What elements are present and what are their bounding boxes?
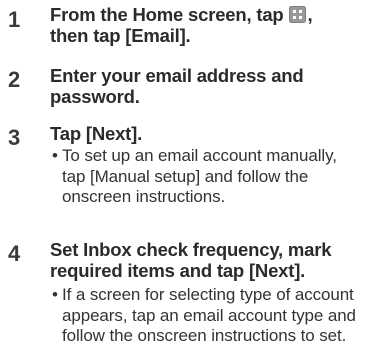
- step-title-line: password.: [50, 86, 140, 107]
- step-note: • If a screen for selecting type of acco…: [52, 285, 382, 347]
- step-title: From the Home screen, tap , then tap [Em…: [50, 4, 382, 46]
- step-note-line: onscreen instructions.: [62, 187, 226, 206]
- step-title-line: then tap [Email].: [50, 25, 191, 46]
- step-title-line: Set Inbox check frequency, mark: [50, 239, 332, 260]
- step-title: Tap [Next].: [50, 123, 382, 144]
- bullet: •: [52, 285, 58, 304]
- bullet: •: [52, 146, 58, 165]
- step-title: Enter your email address and password.: [50, 65, 382, 107]
- step-note-line: If a screen for selecting type of accoun…: [62, 285, 354, 304]
- apps-grid-icon: [289, 6, 307, 23]
- step-number: 1: [8, 7, 21, 32]
- step-number: 4: [8, 241, 21, 266]
- step-title-line: Enter your email address and: [50, 65, 304, 86]
- step-title-line: required items and tap [Next].: [50, 260, 306, 281]
- step-note-line: appears, tap an email account type and: [62, 305, 356, 325]
- step-note-line: tap [Manual setup] and follow the: [62, 166, 309, 186]
- step-title-tail: ,: [307, 4, 313, 25]
- step-note: • To set up an email account manually, t…: [52, 146, 382, 208]
- step-title-line: Tap [Next].: [50, 123, 143, 144]
- step-note-line: follow the onscreen instructions to set.: [62, 326, 347, 345]
- step-title-line: From the Home screen, tap: [50, 4, 284, 25]
- step-note-line: To set up an email account manually,: [62, 146, 337, 165]
- step-number: 2: [8, 67, 21, 92]
- step-number: 3: [8, 125, 21, 150]
- step-title: Set Inbox check frequency, mark required…: [50, 239, 382, 281]
